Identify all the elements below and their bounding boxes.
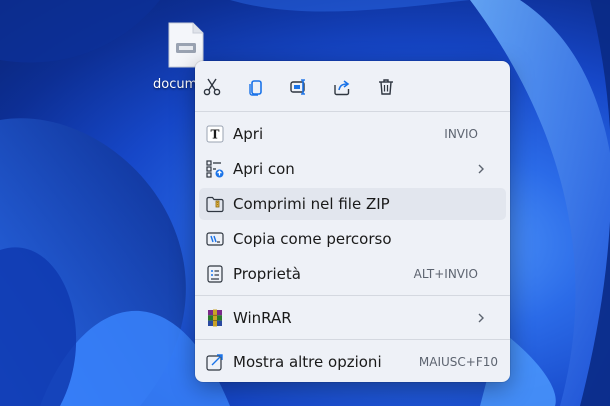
menu-item-shortcut: INVIO (444, 127, 478, 141)
menu-separator (195, 339, 510, 340)
toolbar-separator (195, 111, 510, 112)
menu-item-label: Mostra altre opzioni (233, 353, 382, 371)
menu-item-open-with[interactable]: Apri con (199, 153, 506, 185)
winrar-icon (206, 309, 224, 327)
rename-button[interactable] (284, 73, 314, 101)
menu-item-label: Copia come percorso (233, 230, 392, 248)
scissors-icon (203, 78, 221, 96)
copy-icon (249, 80, 262, 96)
menu-item-label: WinRAR (233, 309, 292, 327)
menu-item-compress-zip[interactable]: Comprimi nel file ZIP (199, 188, 506, 220)
menu-item-open[interactable]: T Apri INVIO (199, 118, 506, 150)
menu-item-shortcut: ALT+INVIO (413, 267, 478, 281)
menu-item-shortcut: MAIUSC+F10 (418, 355, 498, 369)
menu-item-label: Apri con (233, 160, 295, 178)
menu-item-properties[interactable]: Proprietà ALT+INVIO (199, 258, 506, 290)
menu-item-winrar[interactable]: WinRAR (199, 302, 506, 334)
trash-icon (379, 79, 393, 95)
cut-button[interactable] (197, 73, 227, 101)
open-with-icon (206, 160, 224, 178)
context-menu: T Apri INVIO Apri con Comprimi nel file … (195, 61, 510, 382)
text-file-icon: T (206, 125, 224, 143)
chevron-right-icon (478, 164, 484, 174)
properties-icon (206, 265, 224, 283)
desktop-file-label[interactable]: docume (153, 77, 195, 92)
copy-path-icon (206, 230, 224, 248)
rename-icon (290, 79, 305, 95)
menu-item-label: Comprimi nel file ZIP (233, 195, 390, 213)
svg-text:T: T (211, 128, 220, 142)
chevron-right-icon (478, 313, 484, 323)
more-options-icon (206, 353, 224, 371)
share-icon (334, 80, 350, 96)
zip-folder-icon (206, 195, 224, 213)
copy-button[interactable] (241, 73, 271, 101)
menu-item-show-more-options[interactable]: Mostra altre opzioni MAIUSC+F10 (199, 346, 506, 378)
menu-item-label: Proprietà (233, 265, 301, 283)
menu-item-copy-as-path[interactable]: Copia come percorso (199, 223, 506, 255)
menu-item-label: Apri (233, 125, 264, 143)
share-button[interactable] (327, 73, 357, 101)
context-menu-toolbar (195, 61, 510, 111)
delete-button[interactable] (371, 73, 401, 101)
menu-separator (195, 295, 510, 296)
desktop-wallpaper: docume (0, 0, 610, 406)
